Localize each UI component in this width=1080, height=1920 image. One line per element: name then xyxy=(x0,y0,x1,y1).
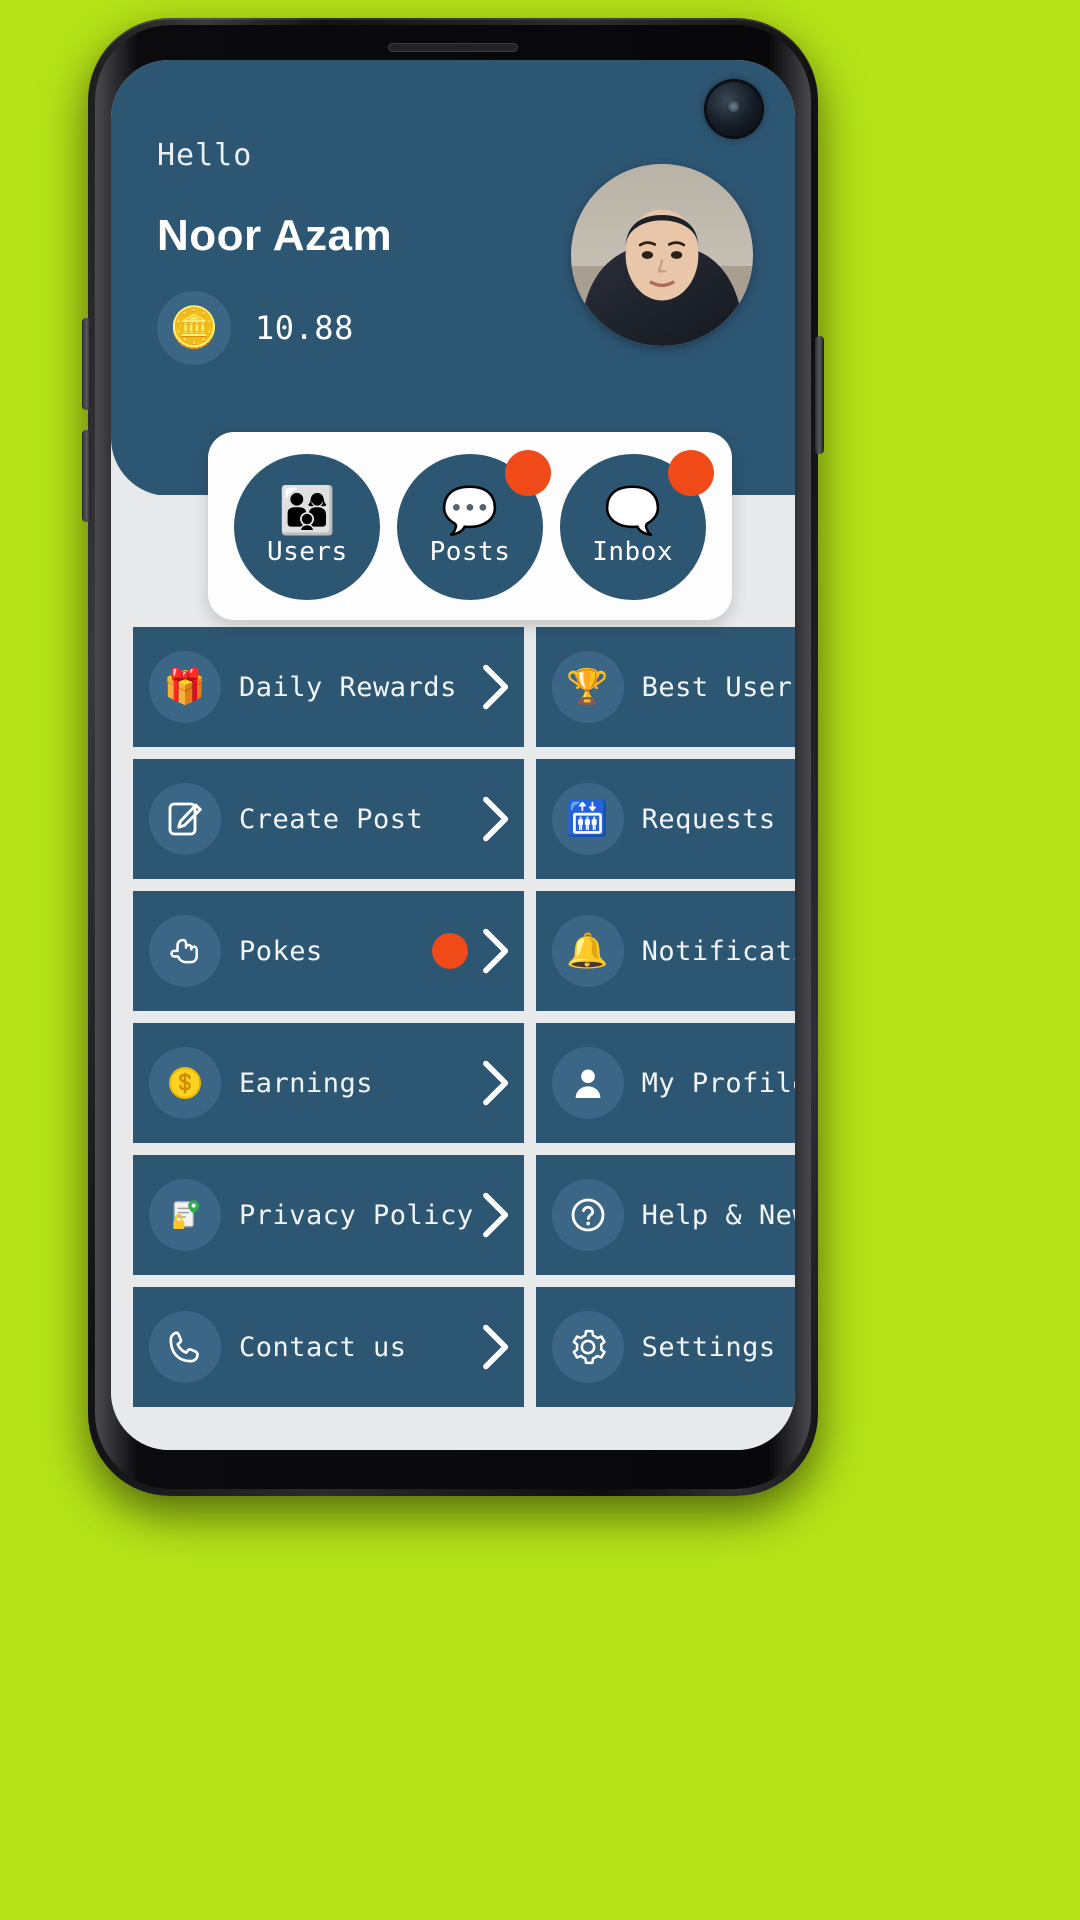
chevron-right-icon xyxy=(474,1321,514,1373)
quick-action-users[interactable]: 👨‍👩‍👦 Users xyxy=(234,454,381,600)
person-icon xyxy=(551,1047,624,1119)
privacy-lock-icon xyxy=(149,1179,221,1251)
chevron-right-icon xyxy=(474,1189,514,1241)
status-badge xyxy=(504,450,551,496)
chevron-right-icon xyxy=(474,661,514,713)
quick-action-inbox[interactable]: 🗨️ Inbox xyxy=(559,450,714,600)
menu-item-label: Pokes xyxy=(239,935,323,967)
volume-down-button[interactable] xyxy=(82,430,91,522)
compose-icon xyxy=(149,783,221,855)
question-mark-icon xyxy=(551,1179,624,1251)
trophy-podium-icon: 🏆 xyxy=(551,651,624,723)
menu-area: 🎁 Daily Rewards 🏆 Best Users Create Post… xyxy=(111,495,795,1450)
heart-speech-bubble-icon: 💬 xyxy=(441,483,499,537)
menu-item-label: Settings xyxy=(641,1331,776,1363)
chat-bubbles-icon: 🗨️ xyxy=(604,483,662,537)
menu-item-help-and-news[interactable]: Help & News xyxy=(535,1155,795,1275)
earpiece-speaker-icon xyxy=(388,43,518,52)
quick-action-posts[interactable]: 💬 Posts xyxy=(396,450,551,600)
phone-icon xyxy=(149,1311,221,1383)
menu-item-create-post[interactable]: Create Post xyxy=(133,759,524,879)
quick-actions-card: 👨‍👩‍👦 Users 💬 Posts 🗨️ Inbox xyxy=(208,432,732,620)
front-camera-punch-hole-icon xyxy=(707,82,761,136)
pointing-hand-icon xyxy=(149,915,221,987)
menu-item-earnings[interactable]: Earnings xyxy=(133,1023,524,1143)
menu-item-privacy-policy[interactable]: Privacy Policy xyxy=(133,1155,524,1275)
balance-value: 10.88 xyxy=(255,309,354,347)
menu-item-my-profile[interactable]: My Profile xyxy=(535,1023,795,1143)
menu-item-label: Requests xyxy=(641,803,776,835)
menu-item-daily-rewards[interactable]: 🎁 Daily Rewards xyxy=(133,627,524,747)
avatar[interactable] xyxy=(571,164,753,346)
menu-item-pokes[interactable]: Pokes xyxy=(133,891,524,1011)
menu-item-label: Best Users xyxy=(641,671,795,703)
power-button[interactable] xyxy=(815,336,824,454)
app-header: Hello Noor Azam 🪙 10.88 xyxy=(111,60,795,496)
menu-item-label: Help & News xyxy=(641,1199,795,1231)
menu-item-settings[interactable]: Settings xyxy=(535,1287,795,1407)
coin-icon: 🪙 xyxy=(157,291,231,365)
users-group-icon: 👨‍👩‍👦 xyxy=(278,483,336,537)
menu-item-requests[interactable]: 🛗 Requests xyxy=(535,759,795,879)
menu-item-label: Notification xyxy=(641,935,795,967)
menu-item-notification[interactable]: 🔔 Notification xyxy=(535,891,795,1011)
quick-action-label: Inbox xyxy=(592,537,674,567)
menu-item-label: Daily Rewards xyxy=(239,671,457,703)
person-request-icon: 🛗 xyxy=(551,783,624,855)
menu-item-label: Contact us xyxy=(239,1331,407,1363)
menu-item-label: My Profile xyxy=(641,1067,795,1099)
volume-up-button[interactable] xyxy=(82,318,91,410)
menu-item-best-users[interactable]: 🏆 Best Users xyxy=(535,627,795,747)
menu-item-contact-us[interactable]: Contact us xyxy=(133,1287,524,1407)
bell-icon: 🔔 xyxy=(551,915,624,987)
gear-icon xyxy=(551,1311,624,1383)
menu-item-label: Privacy Policy xyxy=(239,1199,474,1231)
quick-action-label: Posts xyxy=(429,537,511,567)
menu-item-label: Create Post xyxy=(239,803,424,835)
menu-item-label: Earnings xyxy=(239,1067,374,1099)
phone-mockup: Hello Noor Azam 🪙 10.88 🎁 Daily Rewards … xyxy=(82,18,824,1496)
quick-action-label: Users xyxy=(266,537,348,567)
menu-grid: 🎁 Daily Rewards 🏆 Best Users Create Post… xyxy=(133,627,795,1407)
status-badge xyxy=(431,933,468,969)
chevron-right-icon xyxy=(474,925,514,977)
chevron-right-icon xyxy=(474,1057,514,1109)
chevron-right-icon xyxy=(474,793,514,845)
gift-icon: 🎁 xyxy=(149,651,221,723)
status-badge xyxy=(667,450,714,496)
phone-screen: Hello Noor Azam 🪙 10.88 🎁 Daily Rewards … xyxy=(111,60,795,1450)
dollar-coin-icon xyxy=(149,1047,221,1119)
